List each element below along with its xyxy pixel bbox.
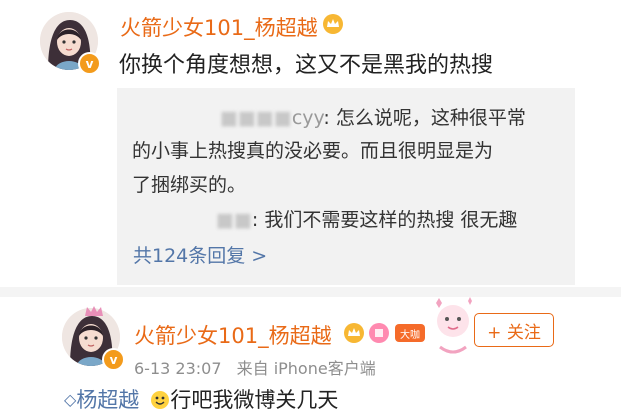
reply-1-text: : 怎么说呢，这种很平常: [323, 107, 526, 129]
avatar-frame-crown-icon: [84, 302, 104, 316]
mention-link[interactable]: 杨超越: [76, 388, 139, 412]
diamond-icon: ◇: [64, 390, 77, 409]
level-badge-icon: [368, 322, 390, 344]
comment-meta: 6-13 23:07 来自 iPhone客户端: [134, 355, 376, 379]
comment-time: 6-13 23:07: [134, 359, 222, 378]
more-replies-link[interactable]: 共124条回复 >: [133, 241, 267, 268]
reply-1-line-2: 的小事上热搜真的没必要。而且很明显是为: [132, 140, 494, 162]
verified-v-icon: v: [102, 348, 125, 371]
section-divider: [0, 287, 621, 297]
follow-button[interactable]: + 关注: [474, 313, 554, 347]
emoji-icon: [150, 390, 170, 410]
comment-source: 来自 iPhone客户端: [236, 359, 376, 378]
blurred-username: ■■: [216, 209, 252, 231]
comment-username[interactable]: 火箭少女101_杨超越: [134, 320, 332, 350]
reply-1-line-1: ■■■■cyy: 怎么说呢，这种很平常: [220, 103, 526, 130]
post-text: 你换个角度想想，这又不是黑我的热搜: [119, 53, 494, 78]
big-shot-badge: 大咖: [395, 324, 425, 342]
post-username[interactable]: 火箭少女101_杨超越: [120, 12, 318, 42]
verified-v-icon: v: [78, 52, 101, 75]
comment-body: ◇杨超越 行吧我微博关几天: [64, 384, 338, 414]
decorative-sticker: [428, 293, 478, 361]
blurred-username: ■■■■: [220, 107, 292, 129]
reply-2-line: ■■: 我们不需要这样的热搜 很无趣: [216, 205, 517, 232]
reply-2-text: : 我们不需要这样的热搜 很无趣: [251, 209, 518, 231]
fan-badge-icon: [343, 322, 365, 344]
vip-crown-icon: [322, 13, 344, 35]
comment-text: 行吧我微博关几天: [170, 388, 339, 412]
reply-1-user-suffix: cyy: [291, 107, 324, 129]
reply-1-line-3: 了捆绑买的。: [132, 174, 247, 196]
